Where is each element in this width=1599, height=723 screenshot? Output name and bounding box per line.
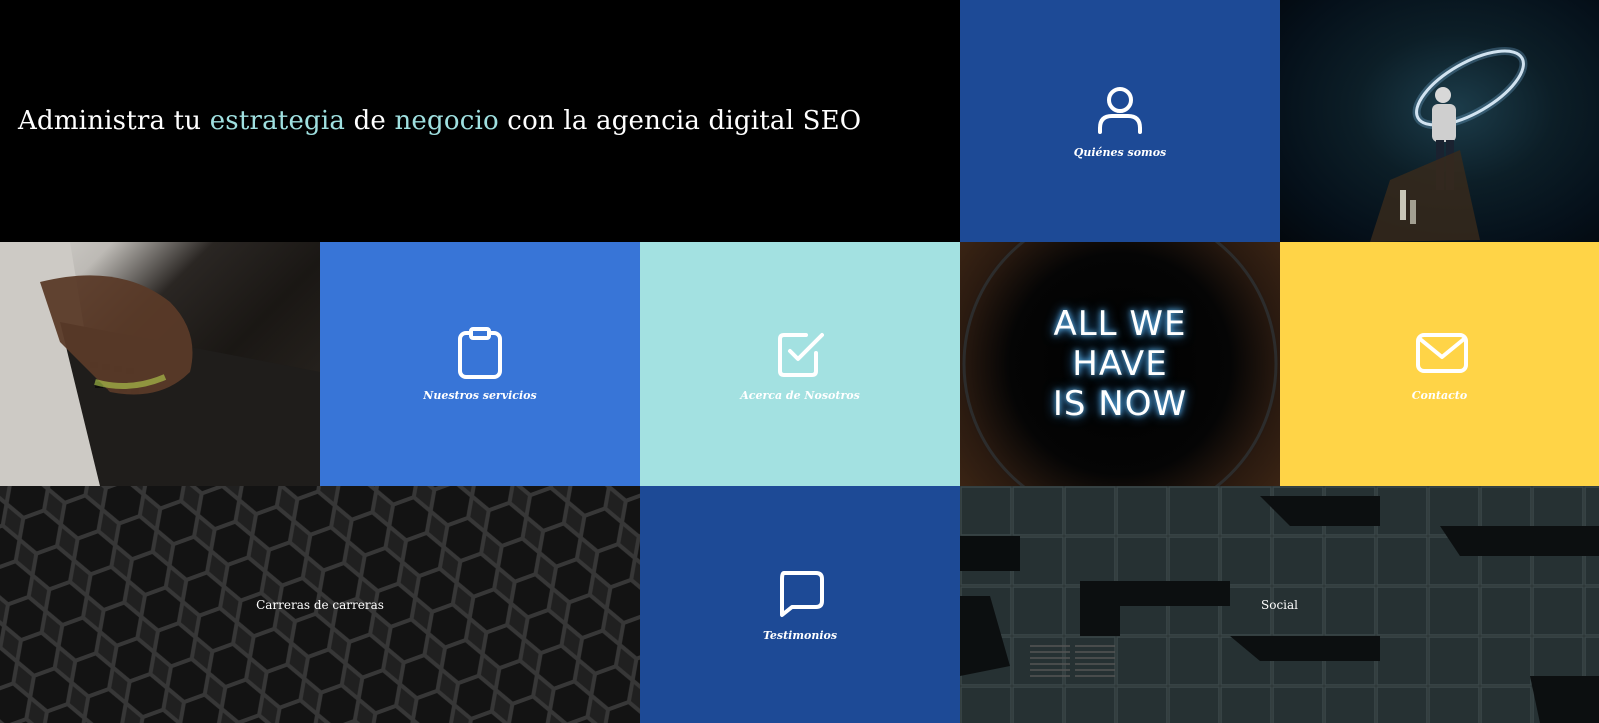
laptop-illustration	[0, 242, 320, 486]
hero-title-part2: de	[345, 106, 395, 136]
neon-line-3: IS NOW	[1052, 384, 1188, 424]
tile-nuestros-servicios[interactable]: Nuestros servicios	[320, 242, 640, 486]
clipboard-icon	[456, 326, 504, 379]
hero-title: Administra tu estrategia de negocio con …	[18, 106, 861, 136]
tile-social[interactable]: Social	[960, 486, 1599, 723]
tile-label-contacto: Contacto	[1411, 388, 1468, 402]
neon-sign-text: ALL WE HAVE IS NOW	[1053, 304, 1187, 424]
photo-neon-sign: ALL WE HAVE IS NOW	[960, 242, 1280, 486]
hero-title-highlight-strategy: estrategia	[209, 106, 346, 136]
tile-contacto[interactable]: Contacto	[1280, 242, 1599, 486]
neon-line-2: HAVE	[1072, 344, 1168, 384]
tile-quienes-somos[interactable]: Quiénes somos	[960, 0, 1280, 242]
checkbox-icon	[776, 327, 824, 379]
tile-testimonios[interactable]: Testimonios	[640, 486, 960, 723]
tile-label-social: Social	[1261, 597, 1298, 612]
tile-acerca-de-nosotros[interactable]: Acerca de Nosotros	[640, 242, 960, 486]
chat-bubble-icon	[776, 567, 824, 619]
tile-label-testimonios: Testimonios	[762, 629, 838, 642]
tile-label-carreras: Carreras de carreras	[256, 597, 384, 612]
mail-icon	[1415, 327, 1468, 379]
hero-title-highlight-business: negocio	[394, 106, 499, 136]
tile-label-nuestros-servicios: Nuestros servicios	[423, 388, 537, 402]
hero-section: Administra tu estrategia de negocio con …	[0, 0, 960, 242]
photo-laptop-typing	[0, 242, 320, 486]
tile-grid: Administra tu estrategia de negocio con …	[0, 0, 1599, 723]
photo-man-light-ring	[1280, 0, 1599, 242]
light-ring-illustration	[1370, 47, 1528, 242]
tile-label-quienes-somos: Quiénes somos	[1073, 145, 1167, 159]
hero-title-part3: con la agencia digital SEO	[498, 106, 862, 136]
tile-label-acerca-de-nosotros: Acerca de Nosotros	[740, 388, 860, 402]
user-icon	[1096, 84, 1144, 136]
neon-line-1: ALL WE	[1053, 304, 1187, 344]
tile-carreras[interactable]: Carreras de carreras	[0, 486, 640, 723]
hero-title-part1: Administra tu	[18, 106, 210, 136]
